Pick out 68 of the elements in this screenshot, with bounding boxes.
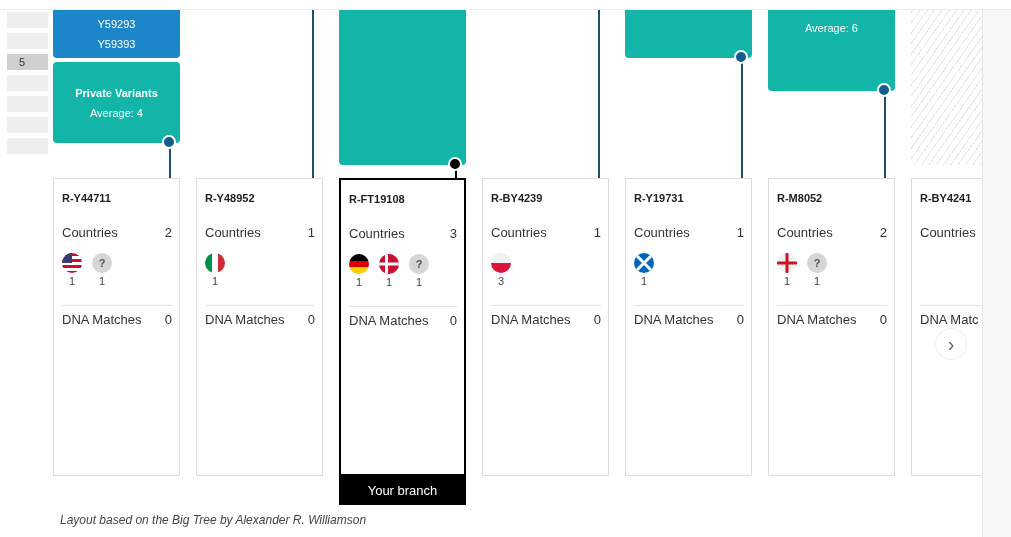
scotland-flag-icon xyxy=(634,253,654,273)
dna-matches-label: DNA Matches xyxy=(634,312,714,327)
countries-count: 1 xyxy=(593,225,601,240)
branch-card[interactable]: R-Y19731 Countries 1 1 DNA Matches 0 xyxy=(625,178,752,476)
countries-count: 1 xyxy=(736,225,744,240)
country-count: 3 xyxy=(497,275,505,287)
italy-flag-icon xyxy=(205,253,225,273)
countries-count: 2 xyxy=(879,225,887,240)
branch-card[interactable]: R-Y48952 Countries 1 1 DNA Matches 0 xyxy=(196,178,323,476)
england-flag-icon xyxy=(777,253,797,273)
country-count: 1 xyxy=(640,275,648,287)
block-title: Private Variants xyxy=(75,86,158,99)
countries-count: 2 xyxy=(164,225,172,240)
countries-label: Countries xyxy=(205,225,261,240)
dna-matches-label: DNA Matches xyxy=(349,313,429,328)
footer-note: Layout based on the Big Tree by Alexander R. Williamson xyxy=(59,512,368,527)
countries-label: Countries xyxy=(349,226,405,241)
countries-label: Countries xyxy=(491,225,547,240)
country-count: 1 xyxy=(385,276,393,288)
unknown-country-icon: ? xyxy=(92,253,112,273)
dna-matches-count: 0 xyxy=(593,312,601,327)
branch-name: R-Y44711 xyxy=(62,192,112,204)
country-count: 1 xyxy=(415,276,423,288)
dna-matches-count: 0 xyxy=(736,312,744,327)
branch-name: R-M8052 xyxy=(777,192,824,204)
dna-matches-label: DNA Matc xyxy=(920,312,979,327)
branch-card[interactable]: R-FT19108 Countries 3 1 1 ? 1 DNA Matches 0 xyxy=(339,178,466,476)
variant-label: Y59293 xyxy=(97,18,136,30)
dna-matches-label: DNA Matches xyxy=(205,312,285,327)
countries-label: Countries xyxy=(62,225,118,240)
branch-name: R-BY4239 xyxy=(491,192,544,204)
branch-name: R-BY4241 xyxy=(920,192,973,204)
variant-label: Y59393 xyxy=(97,38,136,50)
unknown-country-icon: ? xyxy=(807,253,827,273)
unknown-country-icon: ? xyxy=(409,254,429,274)
countries-label: Countries xyxy=(920,225,976,240)
country-count: 1 xyxy=(211,275,219,287)
branch-card[interactable]: R-BY4239 Countries 1 3 DNA Matches 0 xyxy=(482,178,609,476)
branch-name: R-Y48952 xyxy=(205,192,256,204)
branch-name: R-FT19108 xyxy=(349,193,406,205)
dna-matches-label: DNA Matches xyxy=(777,312,857,327)
dna-matches-count: 0 xyxy=(307,312,315,327)
germany-flag-icon xyxy=(349,254,369,274)
block-average: Average: 4 xyxy=(90,106,143,119)
block-average: Average: 6 xyxy=(805,22,858,34)
branch-card[interactable]: R-M8052 Countries 2 1 ? 1 DNA Matches 0 xyxy=(768,178,895,476)
dna-matches-label: DNA Matches xyxy=(62,312,142,327)
dna-matches-count: 0 xyxy=(879,312,887,327)
country-count: 1 xyxy=(783,275,791,287)
denmark-flag-icon xyxy=(379,254,399,274)
country-count: 1 xyxy=(68,275,76,287)
dna-matches-count: 0 xyxy=(449,313,457,328)
dna-matches-count: 0 xyxy=(164,312,172,327)
country-count: 1 xyxy=(813,275,821,287)
country-count: 1 xyxy=(98,275,106,287)
countries-label: Countries xyxy=(634,225,690,240)
united-states-flag-icon xyxy=(62,253,82,273)
country-count: 1 xyxy=(355,276,363,288)
branch-name: R-Y19731 xyxy=(634,192,685,204)
countries-count: 3 xyxy=(449,226,457,241)
branch-card[interactable]: R-Y44711 Countries 2 1 ? 1 DNA Matches 0 xyxy=(53,178,180,476)
your-branch-label: Your branch xyxy=(339,476,466,505)
dna-matches-label: DNA Matches xyxy=(491,312,571,327)
countries-count: 1 xyxy=(307,225,315,240)
poland-flag-icon xyxy=(491,253,511,273)
next-button[interactable]: › xyxy=(935,328,967,360)
level-row: 5 xyxy=(7,54,48,70)
countries-label: Countries xyxy=(777,225,833,240)
